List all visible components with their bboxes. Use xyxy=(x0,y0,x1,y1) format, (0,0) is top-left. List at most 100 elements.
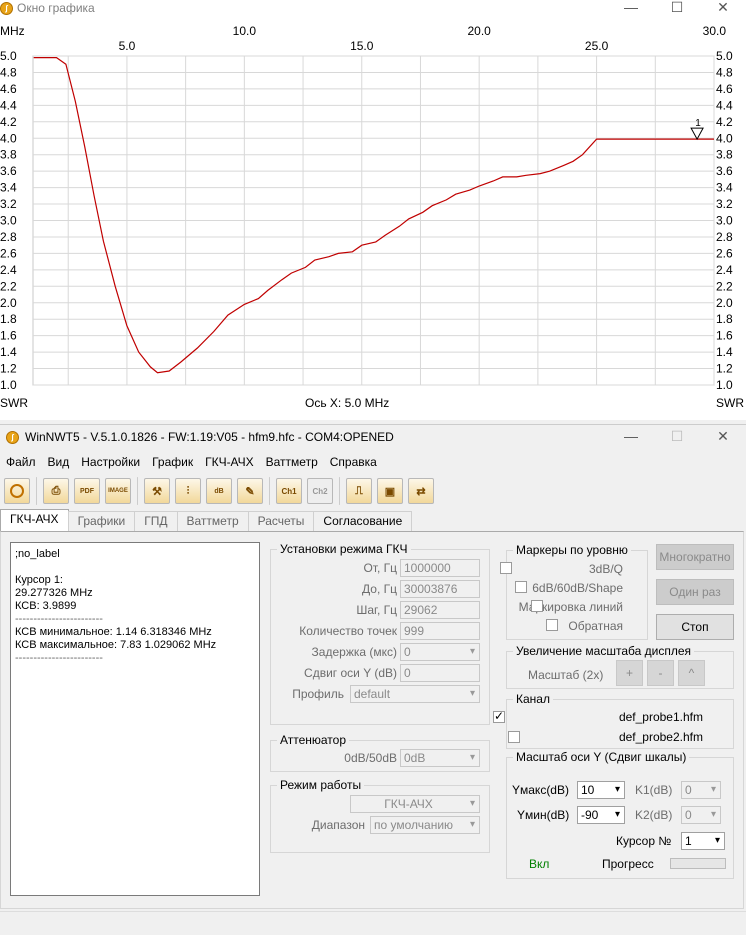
attenuator-group: Аттенюатор 0dB/50dB 0dB xyxy=(270,733,490,772)
toolbar: ⎙ PDF IMAGE ⚒ ⫶ dB ✎ Ch1 Ch2 ⎍ ▣ ⇄ xyxy=(4,475,439,507)
y-tick-right: 1.4 xyxy=(716,345,733,359)
marker-3db-checkbox[interactable] xyxy=(500,562,512,574)
marker-reverse-checkbox[interactable] xyxy=(546,619,559,631)
printer-icon[interactable]: ⎙ xyxy=(43,478,69,504)
swap-icon[interactable]: ⇄ xyxy=(408,478,434,504)
y-tick-left: 2.0 xyxy=(0,296,17,310)
close-icon[interactable]: ✕ xyxy=(700,429,746,443)
yscale-title: Масштаб оси Y (Сдвиг шкалы) xyxy=(513,750,690,764)
range-select[interactable]: по умолчанию xyxy=(370,816,480,834)
cursor-number-select[interactable]: 1 xyxy=(681,832,725,850)
sweep-settings-title: Установки режима ГКЧ xyxy=(277,542,411,556)
tab-graphs[interactable]: Графики xyxy=(67,511,136,531)
toolbar-separator xyxy=(269,477,270,505)
y-tick-right: 3.0 xyxy=(716,214,733,228)
channel-title: Канал xyxy=(513,692,553,706)
points-field[interactable]: 999 xyxy=(400,622,480,640)
save-icon[interactable]: ▣ xyxy=(377,478,403,504)
menu-wattmeter[interactable]: Ваттметр xyxy=(260,453,324,473)
y-tick-left: 2.6 xyxy=(0,246,17,260)
y-tick-left: 4.2 xyxy=(0,115,17,129)
y-tick-left: 3.4 xyxy=(0,181,17,195)
mode-select[interactable]: ГКЧ-АЧХ xyxy=(350,795,480,813)
graph-window: ʃ Окно графика — ☐ ✕ MHz SWR SWR Ось X: … xyxy=(0,0,746,420)
tools-icon[interactable]: ⚒ xyxy=(144,478,170,504)
delay-select[interactable]: 0 xyxy=(400,643,480,661)
minimize-icon[interactable]: — xyxy=(608,429,654,443)
y-tick-left: 4.0 xyxy=(0,131,17,145)
probe2-checkbox[interactable] xyxy=(508,731,521,743)
attenuator-select[interactable]: 0dB xyxy=(400,749,480,767)
power-icon[interactable] xyxy=(4,478,30,504)
y-tick-right: 2.6 xyxy=(716,246,733,260)
profile-select[interactable]: default xyxy=(350,685,480,703)
k2-select[interactable]: 0 xyxy=(681,806,721,824)
cursor-chart-icon[interactable]: ⫶ xyxy=(175,478,201,504)
to-label: До, Гц xyxy=(362,582,397,596)
ymin-select[interactable]: -90 xyxy=(577,806,625,824)
y-tick-left: 2.4 xyxy=(0,263,17,277)
tab-calculations[interactable]: Расчеты xyxy=(247,511,315,531)
main-titlebar: ʃ WinNWT5 - V.5.1.0.1826 - FW:1.19:V05 -… xyxy=(0,425,746,449)
step-field[interactable]: 29062 xyxy=(400,601,480,619)
ch1-icon[interactable]: Ch1 xyxy=(276,478,302,504)
calibrate-icon[interactable]: ✎ xyxy=(237,478,263,504)
from-field[interactable]: 1000000 xyxy=(400,559,480,577)
x-tick-label: 10.0 xyxy=(233,24,257,38)
marker-shape-checkbox[interactable] xyxy=(515,581,528,593)
image-icon[interactable]: IMAGE xyxy=(105,478,131,504)
to-field[interactable]: 30003876 xyxy=(400,580,480,598)
menu-sweep[interactable]: ГКЧ-АЧХ xyxy=(199,453,260,473)
tab-wattmeter[interactable]: Ваттметр xyxy=(176,511,249,531)
ymax-select[interactable]: 10 xyxy=(577,781,625,799)
ymax-label: Yмакс(dB) xyxy=(512,783,569,797)
log-swr-min: КСВ минимальное: 1.14 6.318346 MHz xyxy=(15,626,212,638)
menu-help[interactable]: Справка xyxy=(324,453,383,473)
menu-graph[interactable]: График xyxy=(146,453,199,473)
menu-file[interactable]: Файл xyxy=(0,453,42,473)
menu-view[interactable]: Вид xyxy=(42,453,76,473)
log-label: ;no_label xyxy=(15,548,60,560)
from-label: От, Гц xyxy=(363,561,397,575)
y-tick-left: 1.2 xyxy=(0,362,17,376)
on-indicator: Вкл xyxy=(529,857,550,871)
x-tick-label: 5.0 xyxy=(119,39,136,53)
probe1-checkbox[interactable] xyxy=(493,709,505,723)
menu-settings[interactable]: Настройки xyxy=(75,453,146,473)
zoom-label: Масштаб (2x) xyxy=(528,668,604,682)
y-tick-left: 4.6 xyxy=(0,82,17,96)
log-swr-max: КСВ максимальное: 7.83 1.029062 MHz xyxy=(15,639,217,651)
y-tick-left: 2.2 xyxy=(0,279,17,293)
single-sweep-button[interactable]: Один раз xyxy=(656,579,734,605)
yshift-field[interactable]: 0 xyxy=(400,664,480,682)
y-tick-right: 3.6 xyxy=(716,164,733,178)
zoom-plus-button[interactable]: + xyxy=(616,660,643,686)
maximize-icon[interactable]: ☐ xyxy=(654,429,700,443)
cursor-triangle xyxy=(690,127,704,141)
tab-vfo[interactable]: ГПД xyxy=(134,511,178,531)
stop-button[interactable]: Стоп xyxy=(656,614,734,640)
zoom-up-button[interactable]: ^ xyxy=(678,660,705,686)
ch2-icon[interactable]: Ch2 xyxy=(307,478,333,504)
channel-group: Канал def_probe1.hfm def_probe2.hfm xyxy=(493,692,734,749)
y-tick-right: 4.8 xyxy=(716,65,733,79)
probe2-label: def_probe2.hfm xyxy=(618,730,703,744)
result-log[interactable]: ;no_label Курсор 1: 29.277326 MHz КСВ: 3… xyxy=(10,542,260,896)
y-tick-left: 1.6 xyxy=(0,329,17,343)
k1-select[interactable]: 0 xyxy=(681,781,721,799)
y-tick-right: 1.6 xyxy=(716,329,733,343)
cursor-number-label: 1 xyxy=(695,118,701,129)
yscale-group: Масштаб оси Y (Сдвиг шкалы) Yмакс(dB) 10… xyxy=(506,750,734,879)
y-tick-right: 3.4 xyxy=(716,181,733,195)
marker-lines-checkbox[interactable] xyxy=(530,600,543,612)
db-chart-icon[interactable]: dB xyxy=(206,478,232,504)
zoom-minus-button[interactable]: - xyxy=(647,660,674,686)
tab-sweep[interactable]: ГКЧ-АЧХ xyxy=(0,509,69,531)
swr-chart[interactable]: 5.0 5.0 4.8 4.8 4.6 4.6 4.4 4.4 4.2 4.2 4.0 4.0 3.8 3… xyxy=(0,0,746,420)
tab-matching[interactable]: Согласование xyxy=(313,511,413,531)
y-tick-left: 1.4 xyxy=(0,345,17,359)
pdf-icon[interactable]: PDF xyxy=(74,478,100,504)
x-tick-label: 25.0 xyxy=(585,39,609,53)
multi-sweep-button[interactable]: Многократно xyxy=(656,544,734,570)
sweep-icon[interactable]: ⎍ xyxy=(346,478,372,504)
